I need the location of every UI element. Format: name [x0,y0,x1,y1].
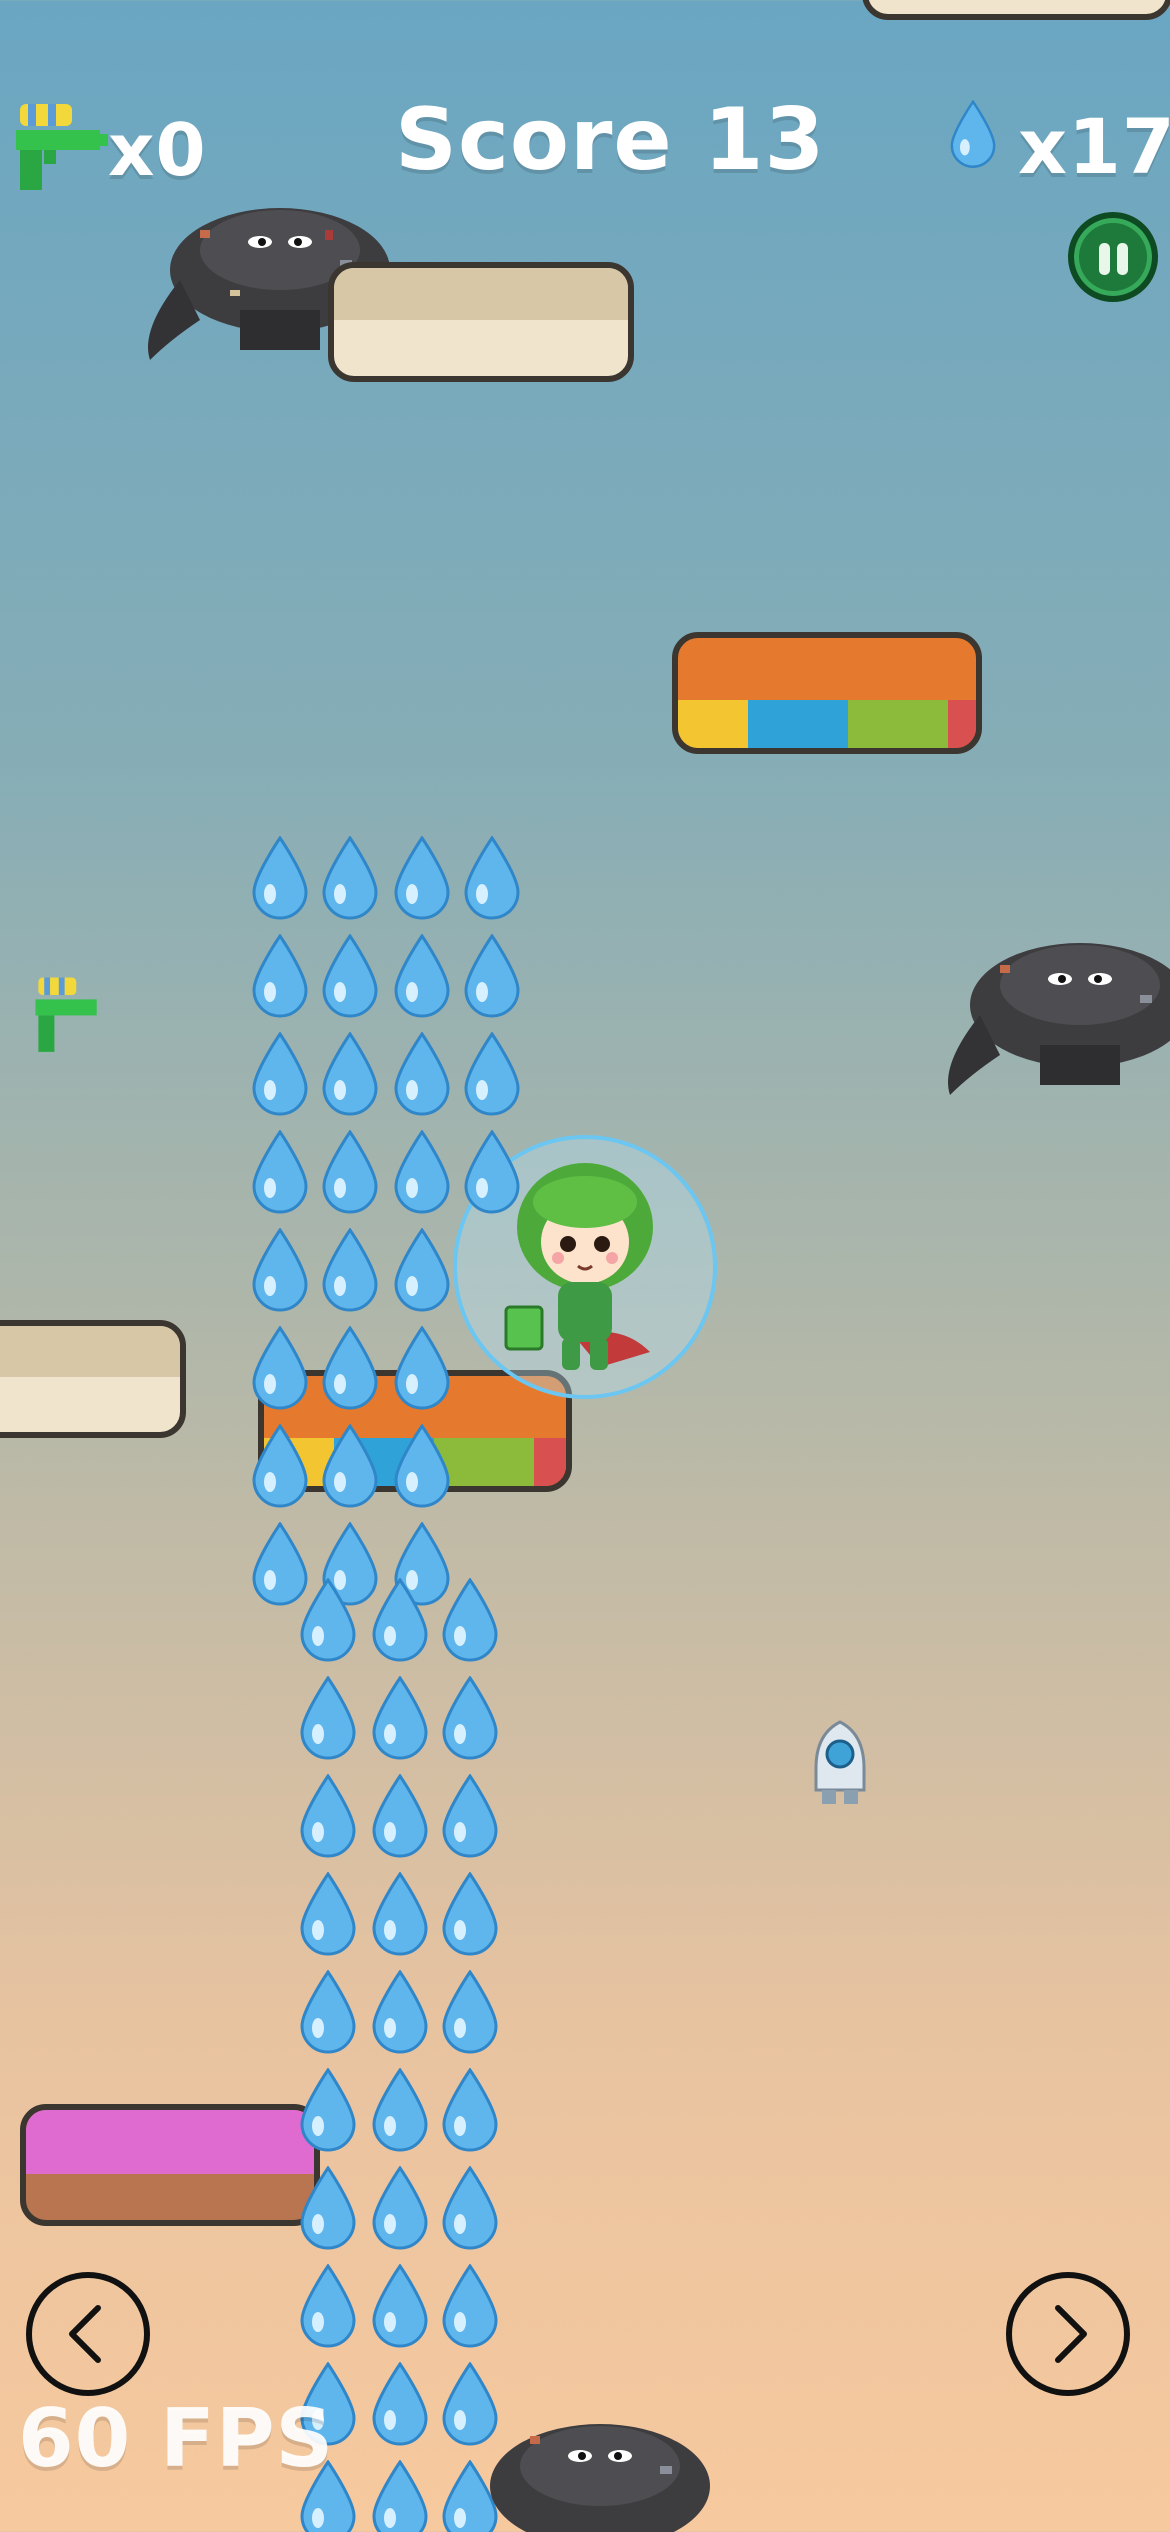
platform-top-edge [862,0,1170,20]
water-gun-pickup-icon [34,972,104,1072]
water-drop [370,2165,430,2252]
water-drop [440,1577,500,1664]
water-drop [298,1969,358,2056]
water-drop [440,1773,500,1860]
water-drop [440,2067,500,2154]
gun-count: x0 [108,108,207,192]
platform-tan [328,262,634,382]
water-drop [440,1871,500,1958]
water-drop [320,1031,380,1118]
water-drop [250,1227,310,1314]
water-drop [250,1031,310,1118]
water-drop [320,933,380,1020]
move-left-button[interactable] [26,2272,150,2396]
platform-pink [20,2104,320,2226]
move-right-button[interactable] [1006,2272,1130,2396]
water-drop [370,1577,430,1664]
water-drop [250,1129,310,1216]
water-drop [320,1129,380,1216]
water-drop [462,1129,522,1216]
water-gun-icon [14,100,110,196]
water-drop [392,1129,452,1216]
water-drop [440,2165,500,2252]
water-drop [298,2263,358,2350]
water-drop [370,2067,430,2154]
water-drop [298,1773,358,1860]
pause-button[interactable] [1068,212,1158,302]
water-drop [370,1871,430,1958]
water-drop [440,1969,500,2056]
platform-tan [0,1320,186,1438]
water-drop [392,933,452,1020]
water-drop [462,933,522,1020]
right-arrow-icon [1055,2305,1087,2363]
water-drop [298,2067,358,2154]
score-label: Score 13 [395,90,826,190]
drop-count: x17 [1018,102,1170,191]
water-drop [370,1773,430,1860]
water-drop [440,2263,500,2350]
trash-monster [940,925,1170,1105]
water-drop [462,1031,522,1118]
pause-icon-bar [1117,243,1128,275]
water-drop [320,1325,380,1412]
platform-colorful [672,632,982,754]
water-drop [320,1227,380,1314]
pause-icon [1099,243,1110,275]
water-drop [250,835,310,922]
water-drop [392,1423,452,1510]
water-drop [370,2263,430,2350]
water-drop [298,1871,358,1958]
water-drop [250,933,310,1020]
water-drop [462,835,522,922]
jetpack-pickup-icon [808,1718,872,1808]
water-drop [392,1227,452,1314]
water-drop [392,1031,452,1118]
water-drop [298,1675,358,1762]
water-drop-icon [942,99,1004,170]
water-drop [370,1969,430,2056]
fps-counter: 60 FPS [18,2392,335,2485]
water-drop [392,835,452,922]
water-drop [298,1577,358,1664]
water-drop [440,1675,500,1762]
water-drop [250,1423,310,1510]
water-drop [250,1325,310,1412]
water-drop [370,1675,430,1762]
water-drop [370,2459,430,2532]
water-drop [320,1423,380,1510]
water-drop [298,2165,358,2252]
water-drop [392,1325,452,1412]
left-arrow-icon [69,2305,101,2363]
water-drop [320,835,380,922]
water-drop [370,2361,430,2448]
trash-monster [470,2396,730,2532]
